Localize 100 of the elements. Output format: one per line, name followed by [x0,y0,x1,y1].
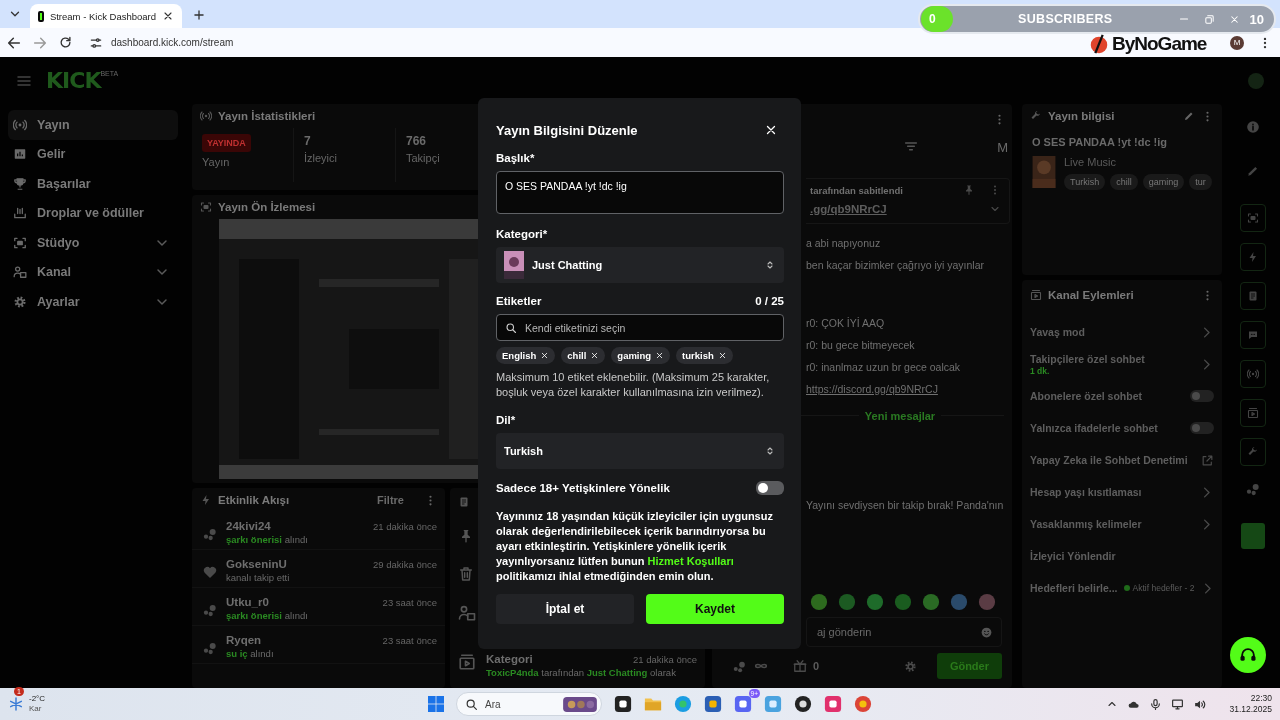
event-description: şarkı önerisi alındı [226,610,309,621]
chat-link[interactable]: https://discord.gg/qb9NRrCJ [806,383,938,395]
tag-chip[interactable]: Turkish [1064,174,1106,190]
profile-avatar[interactable]: M [1230,35,1244,50]
mic-icon[interactable] [1149,697,1163,711]
channel-action[interactable]: Yavaş mod [1022,316,1222,348]
emote-icon[interactable] [922,593,940,611]
remove-icon[interactable] [590,351,600,360]
stream-title: O SES PANDAA !yt !dc !ig [1031,135,1169,150]
message-field[interactable]: aj gönderin [815,619,980,645]
tag-chip[interactable]: chill [561,347,606,364]
toggle-switch[interactable] [756,481,784,495]
chat-message: r0: inanlmaz uzun br gece oalcak [806,360,962,374]
sidebar-item[interactable]: Gelir [8,139,178,169]
tag-search-box[interactable]: Kendi etiketinizi seçin [496,314,784,341]
channel-action[interactable]: Takipçilere özel sohbet 1 dk. [1022,348,1222,380]
message-box[interactable]: aj gönderin [806,617,1002,647]
video-button[interactable] [1240,399,1266,427]
channel-action[interactable]: Yasaklanmış kelimeler [1022,508,1222,540]
save-button[interactable]: Kaydet [646,594,784,624]
wrench-icon [1247,446,1259,458]
emote-icon[interactable] [838,593,856,611]
tag-chip[interactable]: turkish [676,347,733,364]
url-text: dashboard.kick.com/stream [111,37,234,48]
emote-icon[interactable] [978,593,996,611]
filter-button[interactable]: Filtre [371,493,410,507]
language-select[interactable]: Turkish [496,433,784,469]
pin-icon[interactable] [963,184,975,196]
browser-tab[interactable]: Stream - Kick Dashboard [30,4,182,28]
event-time: 29 dakika önce [373,558,437,570]
camera-button[interactable] [1240,204,1266,232]
close-icon[interactable] [162,10,174,22]
remove-icon[interactable] [655,351,665,360]
pinned-link[interactable]: .gg/qb9NRrCJ [810,203,975,215]
dots-icon[interactable] [1245,481,1261,497]
start-icon[interactable] [428,696,444,712]
search-box[interactable]: Ara [456,692,602,716]
emote-icon[interactable] [894,593,912,611]
broadcast-button[interactable] [1240,360,1266,388]
helper-text: Maksimum 10 etiket eklenebilir. (Maksimum 25 karakter, boşluk veya özel karakter kullanılmasına izin verilmez). [496,370,771,400]
people-icon [458,604,476,622]
remove-icon[interactable] [717,351,727,360]
edit-icon[interactable] [1183,110,1195,122]
cancel-button[interactable]: İptal et [496,594,634,624]
close-icon[interactable] [764,123,778,137]
title-field[interactable]: O SES PANDAA !yt !dc !ig [496,171,784,214]
field-label: Dil* [496,414,517,426]
emote-icon[interactable] [950,593,968,611]
toggle-switch[interactable] [1190,390,1214,402]
sidebar-item[interactable]: Kanal [8,257,178,287]
tag-chip[interactable]: gaming [1142,174,1185,190]
category-select[interactable]: Just Chatting [496,247,784,283]
reload-icon[interactable] [58,35,73,50]
bolt-button[interactable] [1240,243,1266,271]
heart-icon [202,564,218,580]
channel-action[interactable]: Hesap yaşı kısıtlaması [1022,476,1222,508]
tag-chip[interactable]: gaming [611,347,671,364]
channel-action[interactable]: Hedefleri belirle... Aktif hedefler - 2 [1022,572,1222,604]
sidebar-item[interactable]: Yayın [8,110,178,140]
app-icon[interactable] [614,695,632,713]
sidebar-item[interactable]: Başarılar [8,169,178,199]
note-button[interactable] [1240,282,1266,310]
channel-action[interactable]: Abonelere özel sohbet [1022,380,1222,412]
stat-value: 7 [304,134,312,148]
stat-label: Yayın [202,156,231,168]
sidebar-item[interactable]: Ayarlar [8,287,178,317]
sidebar-item[interactable]: Droplar ve ödüller [8,198,178,228]
emoji-icon[interactable] [980,625,993,639]
info-icon[interactable] [1246,120,1260,134]
new-tab-icon[interactable] [192,8,206,22]
chat-button[interactable] [1240,321,1266,349]
tag-chip[interactable]: chill [1110,174,1138,190]
kick-logo[interactable]: KICK [46,69,101,92]
status-dot [1123,585,1130,591]
event-title: Kategori [486,653,533,665]
channel-action[interactable]: İzleyici Yönlendir [1022,540,1222,572]
monitor-icon[interactable] [1171,697,1185,711]
remove-icon[interactable] [540,351,550,360]
settings-icon[interactable] [903,659,917,673]
emote-icon[interactable] [866,593,884,611]
emote-icon[interactable] [810,593,828,611]
toggle-switch[interactable] [1190,422,1214,434]
tag-chip[interactable]: tur [1189,174,1212,190]
channel-action[interactable]: Yapay Zeka ile Sohbet Denetimi [1022,444,1222,476]
chat-message: Yayını sevdiysen bir takip bırak! Panda'nın [806,498,1004,512]
tag-search-field[interactable]: Kendi etiketinizi seçin [523,315,775,340]
app-icon[interactable] [794,695,812,713]
terms-link[interactable]: Hizmet Koşulları [647,555,734,567]
support-button[interactable] [1230,637,1266,673]
avatar-tile[interactable] [1241,523,1265,549]
edit-icon[interactable] [1246,164,1260,178]
wrench-button[interactable] [1240,438,1266,466]
tag-chip[interactable]: English [496,347,556,364]
search-field[interactable]: Ara [483,694,558,714]
notice-text: Yayınınız 18 yaşından küçük izleyiciler için uygunsuz olarak değerlendirilebilecek içerik barındırıyorsa bu ayarı etkinleştirin. Yetişkinlere yönelik içerik yayınlıyorsanız lütfen bunun Hizmet Koşulları politikamızı ihlal etmediğinden emin olun. [496,509,774,584]
note-icon [458,496,470,508]
maximize-icon[interactable] [1203,13,1215,25]
tag-counter: 0 / 25 [755,295,784,307]
sidebar-item[interactable]: Stüdyo [8,228,178,258]
channel-action[interactable]: Yalnızca ifadelerle sohbet [1022,412,1222,444]
